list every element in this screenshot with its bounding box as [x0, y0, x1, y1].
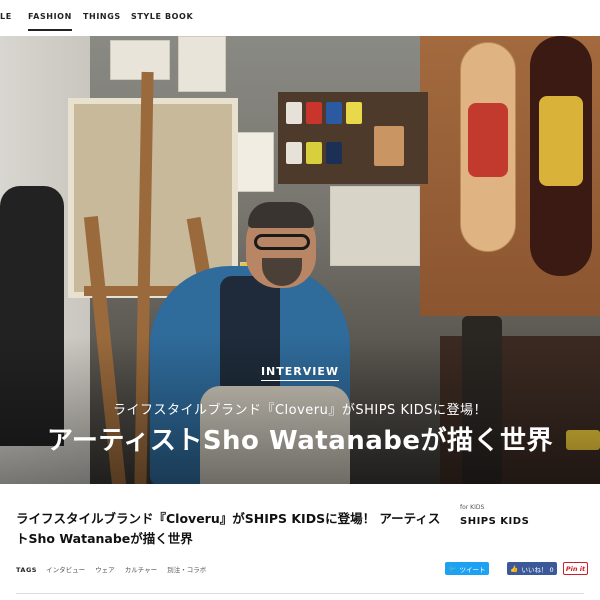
nav-item-lifestyle[interactable]: LE: [0, 12, 12, 21]
tags-label: TAGS: [16, 566, 37, 574]
tweet-label: ツイート: [459, 565, 486, 574]
nav-item-things[interactable]: THINGS: [83, 12, 121, 21]
brand-for-label: for KIDS: [460, 504, 485, 511]
article-title: ライフスタイルブランド『Cloveru』がSHIPS KIDSに登場！ アーティ…: [16, 511, 441, 546]
twitter-icon: 🐦: [448, 564, 457, 573]
hero-tag: INTERVIEW: [0, 360, 600, 381]
hero-tag-label: INTERVIEW: [260, 365, 340, 381]
hero-overlay: INTERVIEW ライフスタイルブランド『Cloveru』がSHIPS KID…: [0, 36, 600, 484]
hero-subtitle: ライフスタイルブランド『Cloveru』がSHIPS KIDSに登場！: [112, 403, 488, 418]
pin-label: Pin it: [565, 564, 586, 573]
tweet-button[interactable]: 🐦 ツイート: [445, 562, 489, 575]
top-nav: LE FASHION THINGS STYLE BOOK: [0, 0, 600, 34]
pinterest-button[interactable]: Pin it: [563, 562, 588, 575]
tag-link[interactable]: カルチャー: [125, 566, 157, 574]
tag-link[interactable]: 別注・コラボ: [167, 566, 206, 574]
tag-link[interactable]: インタビュー: [46, 566, 85, 574]
facebook-like-button[interactable]: 👍 いいね！ 0: [507, 562, 557, 575]
hero-image[interactable]: INTERVIEW ライフスタイルブランド『Cloveru』がSHIPS KID…: [0, 36, 600, 484]
divider: [16, 593, 584, 594]
like-label: いいね！ 0: [521, 565, 554, 574]
brand-link[interactable]: SHIPS KIDS: [460, 516, 529, 527]
nav-item-fashion[interactable]: FASHION: [28, 12, 72, 31]
tags-row: TAGS インタビュー ウェア カルチャー 別注・コラボ: [16, 564, 214, 574]
tag-link[interactable]: ウェア: [95, 566, 115, 574]
hero-title: アーティストSho Watanabeが描く世界: [46, 426, 554, 456]
facebook-thumb-icon: 👍: [510, 564, 519, 573]
nav-item-style-book[interactable]: STYLE BOOK: [131, 12, 193, 21]
